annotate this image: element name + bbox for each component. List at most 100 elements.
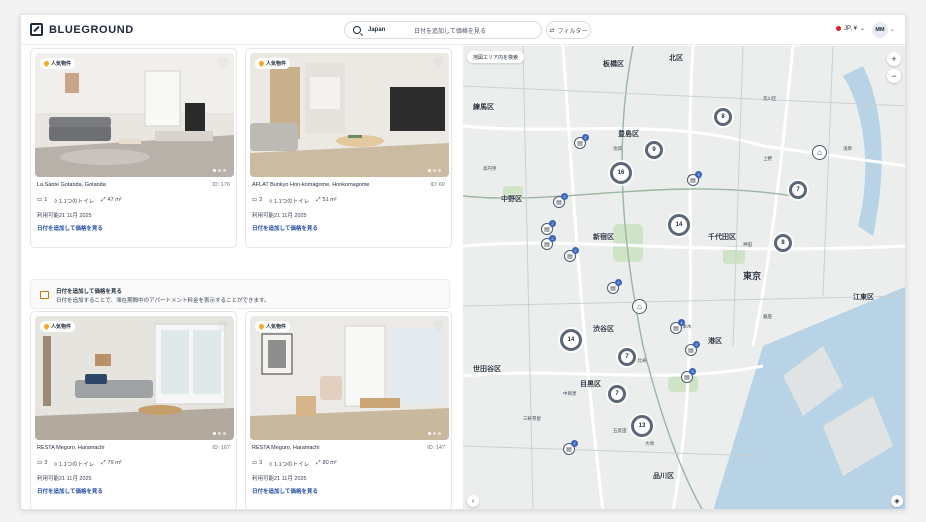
brand-logo[interactable]: BLUEGROUND <box>30 23 134 36</box>
listing-features: ▭ 3 ◊ 1.1つのトイレ ⤢ 79 m² <box>37 460 122 468</box>
map-label: 世田谷区 <box>473 366 501 373</box>
map-label: 豊島区 <box>618 131 639 138</box>
map-cluster[interactable]: 9 <box>645 141 663 159</box>
bed-icon: ▭ <box>252 197 258 203</box>
availability-date: 利用可能21 11月 2025 <box>252 476 307 482</box>
room-photo-4 <box>250 316 449 440</box>
flame-icon <box>257 322 266 331</box>
map-cluster[interactable]: 14 <box>560 329 582 351</box>
listing-photo[interactable]: 人気物件 ♡ <box>35 316 234 440</box>
listing-name[interactable]: AFLAT Bunkyo Hon-komagome, Honkomagome <box>252 182 370 188</box>
home-marker-icon[interactable]: ⌂ <box>632 299 647 314</box>
flag-icon <box>836 26 841 31</box>
search-map-area-button[interactable]: 地図エリア内を検索 <box>467 51 525 63</box>
listing-card[interactable]: 人気物件 ♡ RESTA Meguro, Haramachi ID: 167 ▭… <box>30 311 237 509</box>
add-dates-banner[interactable]: 日付を追加して価格を見る 日付を追加することで、滞在期間中のアパートメント料金を… <box>30 279 450 309</box>
map-pin[interactable]: ▤ 2 <box>574 134 589 149</box>
map-cluster[interactable]: 7 <box>789 181 807 199</box>
map-cluster[interactable]: 7 <box>618 348 636 366</box>
map-pin[interactable]: ▤ 3 <box>681 368 696 383</box>
pin-count: 3 <box>695 171 702 178</box>
photo-pagination[interactable] <box>428 169 441 172</box>
listing-photo[interactable]: 人気物件 ♡ <box>35 53 234 177</box>
see-price-link[interactable]: 日付を追加して価格を見る <box>252 224 318 232</box>
listing-photo[interactable]: 人気物件 ♡ <box>250 316 449 440</box>
locale-selector[interactable]: JP, ¥ ⌄ <box>836 25 865 32</box>
listing-name[interactable]: RESTA Meguro, Haramachi <box>37 445 104 451</box>
area: ⤢ 51 m² <box>316 197 337 203</box>
map-pin[interactable]: ▤ 2 <box>563 440 578 455</box>
badge-label: 人気物件 <box>266 61 287 67</box>
map-cluster[interactable]: 7 <box>608 385 626 403</box>
layers-icon[interactable]: ◈ <box>891 495 903 507</box>
map-pin[interactable]: ▤ 3 <box>687 171 702 186</box>
map-pin[interactable]: ▤ 2 <box>564 247 579 262</box>
listing-features: ▭ 1 ◊ 1.1つのトイレ ⤢ 47 m² <box>37 197 122 205</box>
photo-pagination[interactable] <box>213 169 226 172</box>
room-photo-1 <box>35 53 234 177</box>
map-cluster[interactable]: 14 <box>668 214 690 236</box>
favorite-heart-icon[interactable]: ♡ <box>433 57 443 70</box>
bed-icon: ▭ <box>37 197 43 203</box>
map-label: 北区 <box>669 55 683 62</box>
app-window: BLUEGROUND Japan 日付を追加して価格を見る ⇄ フィルター JP… <box>20 14 906 510</box>
photo-pagination[interactable] <box>428 432 441 435</box>
listing-name[interactable]: RESTA Meguro, Haramachi <box>252 445 319 451</box>
see-price-link[interactable]: 日付を追加して価格を見る <box>37 487 103 495</box>
photo-pagination[interactable] <box>213 432 226 435</box>
listing-name[interactable]: La Sante Gotanda, Gotanda <box>37 182 106 188</box>
favorite-heart-icon[interactable]: ♡ <box>218 320 228 333</box>
search-location[interactable]: Japan <box>368 27 414 33</box>
toilets: ◊ 1.1つのトイレ <box>269 462 310 468</box>
map-panel[interactable]: 地図エリア内を検索 + − 北区 板橋区 練馬区 豊島区 中野区 新宿区 千代田… <box>463 46 905 509</box>
listing-card[interactable]: 人気物件 ♡ RESTA Meguro, Haramachi ID: 147 ▭… <box>245 311 452 509</box>
listing-card[interactable]: 人気物件 ♡ AFLAT Bunkyo Hon-komagome, Honkom… <box>245 48 452 248</box>
chevron-down-icon[interactable]: ⌄ <box>890 26 895 33</box>
search-icon <box>353 26 361 34</box>
zoom-in-button[interactable]: + <box>887 52 901 66</box>
map-small-label: 池袋 <box>613 146 622 151</box>
see-price-link[interactable]: 日付を追加して価格を見る <box>252 487 318 495</box>
search-bar[interactable]: Japan 日付を追加して価格を見る <box>344 21 542 39</box>
map-pin[interactable]: ▤ 2 <box>685 341 700 356</box>
home-marker-icon[interactable]: ⌂ <box>812 145 827 160</box>
filter-button[interactable]: ⇄ フィルター <box>546 21 591 39</box>
chevron-down-icon: ⌄ <box>859 26 865 32</box>
map-pin[interactable]: ▤ 2 <box>541 235 556 250</box>
zoom-out-button[interactable]: − <box>887 69 901 83</box>
collapse-map-button[interactable]: ‹ <box>467 495 479 507</box>
listing-id: ID: 147 <box>427 445 445 451</box>
map-label: 港区 <box>708 338 722 345</box>
brand-name: BLUEGROUND <box>49 23 134 36</box>
bedrooms: ▭ 3 <box>37 460 48 466</box>
map-label: 練馬区 <box>473 104 494 111</box>
map-label: 中野区 <box>501 196 522 203</box>
map-pin[interactable]: ▤ 2 <box>553 193 568 208</box>
listing-id: ID: 60 <box>430 182 445 188</box>
map-label: 新宿区 <box>593 234 614 241</box>
map-cluster[interactable]: 8 <box>774 234 792 252</box>
listing-card[interactable]: 人気物件 ♡ La Sante Gotanda, Gotanda ID: 176… <box>30 48 237 248</box>
toilet-icon: ◊ <box>54 462 57 468</box>
search-dates[interactable]: 日付を追加して価格を見る <box>414 26 486 35</box>
badge-label: 人気物件 <box>266 324 287 330</box>
map-pin[interactable]: ▤ 2 <box>607 279 622 294</box>
map-cluster[interactable]: 8 <box>714 108 732 126</box>
banner-title: 日付を追加して価格を見る <box>56 289 122 295</box>
flame-icon <box>42 322 51 331</box>
user-avatar[interactable]: MM <box>872 22 888 38</box>
pin-count: 2 <box>571 440 578 447</box>
pin-count: 4 <box>678 319 685 326</box>
availability-date: 利用可能21 11月 2025 <box>37 213 92 219</box>
listing-photo[interactable]: 人気物件 ♡ <box>250 53 449 177</box>
see-price-link[interactable]: 日付を追加して価格を見る <box>37 224 103 232</box>
map-cluster[interactable]: 16 <box>610 162 632 184</box>
listing-id: ID: 167 <box>212 445 230 451</box>
map-pin[interactable]: ▤ 4 <box>670 319 685 334</box>
map-pin[interactable]: ▤ 2 <box>541 220 556 235</box>
map-cluster[interactable]: 13 <box>631 415 653 437</box>
favorite-heart-icon[interactable]: ♡ <box>433 320 443 333</box>
favorite-heart-icon[interactable]: ♡ <box>218 57 228 70</box>
flame-icon <box>257 59 266 68</box>
popular-badge: 人気物件 <box>255 321 291 332</box>
